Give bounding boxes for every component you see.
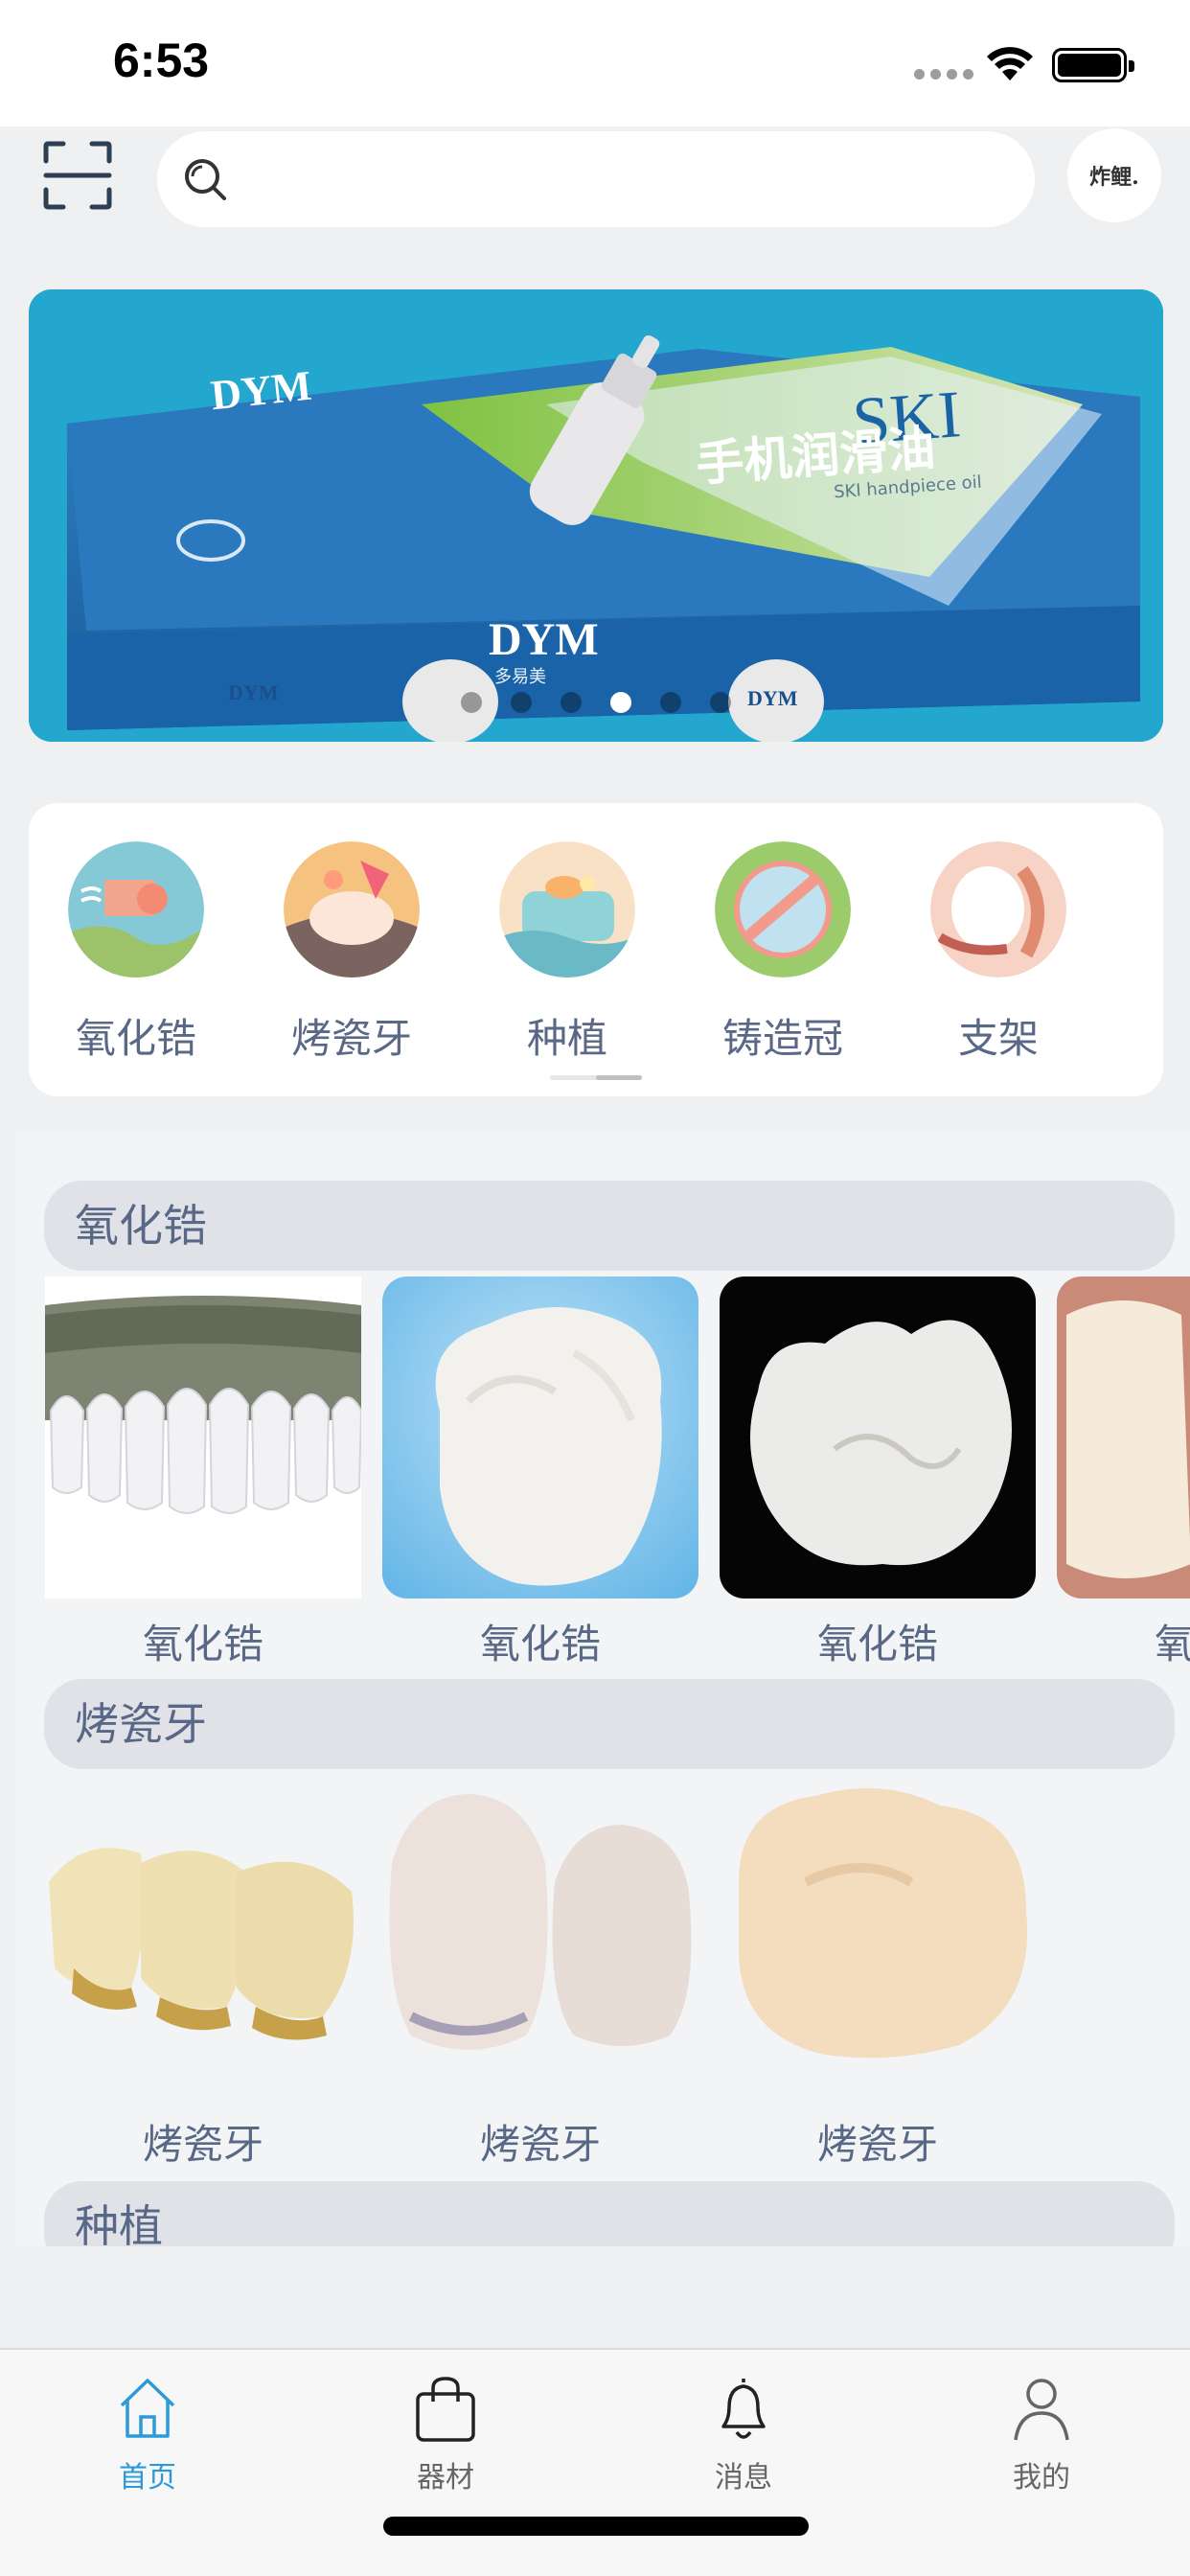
person-icon xyxy=(1014,2379,1069,2441)
wifi-icon xyxy=(987,47,1033,80)
product-card[interactable]: 烤瓷牙 xyxy=(720,1777,1036,2174)
category-porcelain[interactable]: 烤瓷牙 xyxy=(265,841,438,1065)
section-title-label: 烤瓷牙 xyxy=(75,1698,207,1750)
product-card[interactable]: 氧化锆 xyxy=(45,1276,361,1673)
product-image xyxy=(720,1777,1036,2099)
product-card[interactable]: 氧化锆 xyxy=(720,1276,1036,1673)
product-image xyxy=(720,1276,1036,1598)
product-card[interactable]: 氧化锆 xyxy=(382,1276,698,1673)
product-image xyxy=(382,1276,698,1598)
category-page-indicator xyxy=(550,1075,642,1080)
implant-icon xyxy=(499,841,635,978)
category-label: 种植 xyxy=(526,1015,607,1062)
tab-home[interactable]: 首页 xyxy=(71,2373,224,2496)
tab-label: 我的 xyxy=(1013,2461,1070,2495)
banner-dot[interactable] xyxy=(461,692,482,713)
bell-icon xyxy=(721,2379,766,2439)
product-label: 烤瓷牙 xyxy=(142,2121,263,2168)
product-image xyxy=(45,1777,361,2099)
tab-messages[interactable]: 消息 xyxy=(667,2373,820,2496)
category-card: 氧化锆 烤瓷牙 种植 铸造冠 支架 xyxy=(29,803,1163,1096)
tab-equipment[interactable]: 器材 xyxy=(369,2373,522,2496)
product-card[interactable]: 氧化锆 xyxy=(1057,1276,1190,1673)
bag-icon xyxy=(416,2377,475,2442)
banner-dot[interactable] xyxy=(710,692,731,713)
section-title-label: 种植 xyxy=(75,2200,163,2246)
banner-dot[interactable] xyxy=(511,692,532,713)
banner-product-image: DYM DYM xyxy=(29,289,1163,742)
zirconia-icon xyxy=(68,841,204,978)
product-image xyxy=(382,1777,698,2099)
section-title-porcelain[interactable]: 烤瓷牙 xyxy=(44,1679,1175,1769)
product-card[interactable]: 烤瓷牙 xyxy=(382,1777,698,2174)
category-label: 氧化锆 xyxy=(75,1015,196,1062)
bottom-tab-bar: 首页 器材 消息 我的 xyxy=(0,2348,1190,2576)
category-cast-crown[interactable]: 铸造冠 xyxy=(697,841,869,1065)
product-label: 氧化锆 xyxy=(142,1621,263,1668)
avatar-text: 炸鲤. xyxy=(1089,165,1139,190)
category-implant[interactable]: 种植 xyxy=(481,841,653,1065)
section-title-label: 氧化锆 xyxy=(75,1200,207,1252)
category-zirconia[interactable]: 氧化锆 xyxy=(50,841,222,1065)
product-card[interactable]: 烤瓷牙 xyxy=(45,1777,361,2174)
product-panel[interactable]: 氧化锆 氧化锆 氧化锆 氧化锆 氧 烤瓷牙 烤瓷牙 烤瓷牙 烤瓷牙 种植 xyxy=(15,1131,1190,2246)
scan-icon[interactable] xyxy=(42,140,113,211)
banner-brand-bottom: DYM xyxy=(489,614,599,665)
category-label: 支架 xyxy=(957,1015,1039,1062)
home-indicator[interactable] xyxy=(383,2517,809,2536)
product-label: 烤瓷牙 xyxy=(816,2121,938,2168)
promo-banner[interactable]: DYM DYM DYM DYM 多易美 SKI 手机润滑油 SKI handpi… xyxy=(29,289,1163,742)
product-image xyxy=(45,1276,361,1598)
cellular-signal-icon xyxy=(914,69,973,80)
product-label: 氧化锆 xyxy=(1154,1621,1190,1668)
product-label: 烤瓷牙 xyxy=(479,2121,601,2168)
section-title-zirconia[interactable]: 氧化锆 xyxy=(44,1181,1175,1271)
category-label: 烤瓷牙 xyxy=(290,1015,412,1062)
search-input[interactable] xyxy=(157,131,1035,227)
status-time: 6:53 xyxy=(113,34,210,87)
home-icon xyxy=(120,2379,175,2438)
tab-label: 首页 xyxy=(119,2461,176,2495)
tab-label: 消息 xyxy=(715,2461,772,2495)
product-label: 氧化锆 xyxy=(479,1621,601,1668)
banner-dot[interactable] xyxy=(660,692,681,713)
banner-brand-sub: 多易美 xyxy=(494,667,546,687)
tab-label: 器材 xyxy=(417,2461,474,2495)
avatar[interactable]: 炸鲤. xyxy=(1067,128,1161,222)
product-image xyxy=(1057,1276,1190,1598)
battery-icon xyxy=(1052,48,1134,82)
banner-brand: DYM xyxy=(208,361,314,420)
cast-crown-icon xyxy=(715,841,851,978)
banner-dot-active[interactable] xyxy=(610,692,631,713)
porcelain-teeth-icon xyxy=(284,841,420,978)
tab-profile[interactable]: 我的 xyxy=(965,2373,1118,2496)
bracket-icon xyxy=(930,841,1066,978)
category-bracket[interactable]: 支架 xyxy=(912,841,1085,1065)
category-label: 铸造冠 xyxy=(721,1015,843,1062)
banner-dot[interactable] xyxy=(561,692,582,713)
section-title-implant[interactable]: 种植 xyxy=(44,2181,1175,2246)
top-header: 炸鲤. xyxy=(0,126,1190,242)
product-label: 氧化锆 xyxy=(816,1621,938,1668)
search-icon xyxy=(185,159,226,200)
banner-page-dots[interactable] xyxy=(29,692,1163,713)
status-bar: 6:53 xyxy=(0,0,1190,126)
